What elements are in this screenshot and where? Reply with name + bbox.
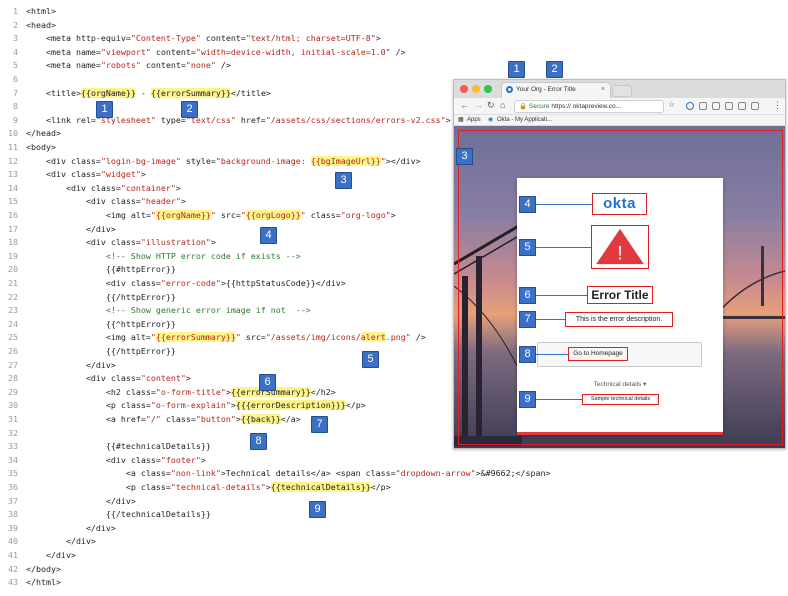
- okta-favicon-icon: [506, 86, 513, 93]
- browser-marker-9: 9: [519, 391, 536, 408]
- secure-label: Secure: [528, 103, 550, 110]
- alert-glyph: !: [617, 243, 622, 264]
- page-background: 3 okta ! Error Title This is the error d…: [454, 126, 785, 448]
- back-arrow-icon[interactable]: ←: [460, 100, 469, 110]
- close-window-icon[interactable]: [460, 85, 468, 93]
- extension-icon-3[interactable]: [738, 102, 746, 110]
- lock-icon: 🔒: [519, 103, 528, 110]
- technical-details-text: Sample technical details: [582, 394, 659, 405]
- okta-bookmark-icon: ◉: [488, 117, 494, 123]
- connector-6: [536, 295, 587, 296]
- tab-close-icon[interactable]: ×: [601, 83, 605, 97]
- code-text: <link rel="stylesheet" type="text/css" h…: [26, 114, 451, 125]
- minimize-window-icon[interactable]: [472, 85, 480, 93]
- marker-5: 5: [362, 351, 379, 368]
- marker-6: 6: [259, 374, 276, 391]
- bookmark-apps[interactable]: Apps: [467, 115, 481, 126]
- marker-1: 1: [96, 101, 113, 118]
- forward-arrow-icon[interactable]: →: [474, 100, 483, 110]
- tab-bar: Your Org - Error Title ×: [454, 80, 785, 98]
- browser-marker-5: 5: [519, 239, 536, 256]
- address-bar[interactable]: 🔒 Secure https:// oktapreview.co...: [514, 100, 664, 113]
- browser-marker-6: 6: [519, 287, 536, 304]
- browser-marker-1: 1: [508, 61, 525, 78]
- error-description: This is the error description.: [565, 312, 673, 327]
- org-logo: okta: [592, 193, 647, 215]
- connector-5: [536, 247, 591, 248]
- marker-8: 8: [250, 433, 267, 450]
- technical-details-toggle[interactable]: Technical details ▾: [517, 380, 723, 388]
- url-text: https:// oktapreview.co...: [551, 103, 622, 110]
- line-number: 43: [8, 577, 18, 588]
- browser-tab[interactable]: Your Org - Error Title ×: [501, 82, 611, 98]
- connector-4: [536, 204, 592, 205]
- marker-9: 9: [309, 501, 326, 518]
- browser-toolbar: ← → ↻ ⌂ 🔒 Secure https:// oktapreview.co…: [454, 98, 785, 115]
- tab-title: Your Org - Error Title: [516, 86, 576, 93]
- marker-4: 4: [260, 227, 277, 244]
- code-text: <meta name="robots" content="none" />: [26, 60, 231, 71]
- error-widget: okta ! Error Title This is the error des…: [517, 178, 723, 435]
- home-icon[interactable]: ⌂: [500, 100, 505, 110]
- okta-extension-icon[interactable]: [686, 102, 694, 110]
- browser-marker-4: 4: [519, 196, 536, 213]
- bookmarks-bar: ▦ Apps ◉ Okta - My Applicati...: [454, 115, 785, 126]
- apps-grid-icon[interactable]: ▦: [458, 115, 464, 126]
- menu-icon[interactable]: ⋮: [773, 100, 782, 111]
- alert-icon: !: [591, 225, 649, 269]
- marker-7: 7: [311, 416, 328, 433]
- connector-9: [536, 399, 582, 400]
- code-text: <a href="/" class="button">{{back}}</a>: [26, 414, 301, 424]
- browser-window: Your Org - Error Title × ← → ↻ ⌂ 🔒 Secur…: [453, 79, 786, 449]
- maximize-window-icon[interactable]: [484, 85, 492, 93]
- reload-icon[interactable]: ↻: [487, 100, 495, 111]
- browser-marker-2: 2: [546, 61, 563, 78]
- new-tab-button[interactable]: [612, 85, 632, 97]
- extension-icon-2[interactable]: [725, 102, 733, 110]
- marker-3: 3: [335, 172, 352, 189]
- code-text: <title>{{orgName}} - {{errorSummary}}</t…: [26, 87, 271, 98]
- connector-7: [536, 319, 565, 320]
- cast-icon[interactable]: [712, 102, 720, 110]
- error-title: Error Title: [587, 286, 653, 304]
- connector-8: [536, 354, 568, 355]
- bookmark-star-icon[interactable]: ☆: [668, 100, 675, 109]
- extension-icon[interactable]: [699, 102, 707, 110]
- home-button-label[interactable]: Go to Homepage: [568, 347, 628, 361]
- code-text: </html>: [26, 577, 61, 588]
- browser-marker-8: 8: [519, 346, 536, 363]
- bookmark-okta[interactable]: Okta - My Applicati...: [497, 115, 552, 126]
- browser-marker-7: 7: [519, 311, 536, 328]
- browser-marker-3: 3: [456, 148, 473, 165]
- extension-icon-4[interactable]: [751, 102, 759, 110]
- marker-2: 2: [181, 101, 198, 118]
